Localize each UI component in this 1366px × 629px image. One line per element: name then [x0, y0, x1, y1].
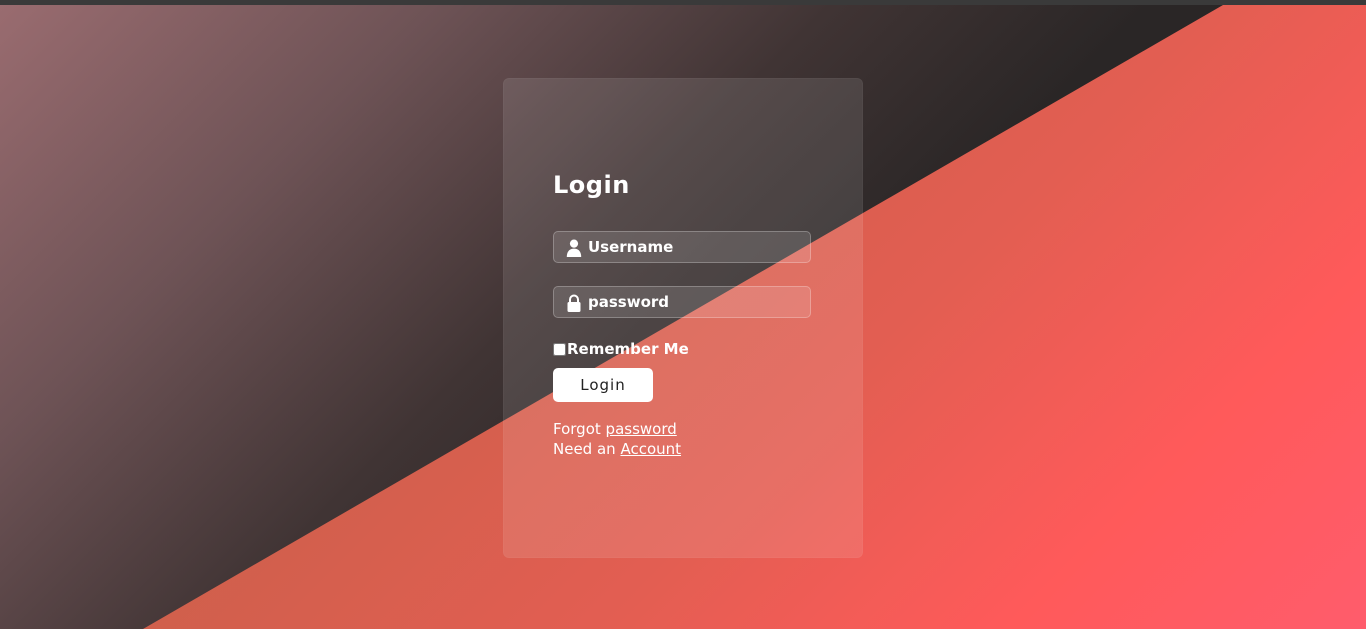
forgot-text: Forgot [553, 420, 601, 438]
lock-icon [567, 294, 581, 312]
signup-text: Need an [553, 440, 616, 458]
remember-me-label: Remember Me [567, 340, 689, 358]
login-button[interactable]: Login [553, 368, 653, 402]
forgot-password-link[interactable]: password [606, 420, 677, 438]
login-card: Login Remember Me Login Forgot password [503, 78, 863, 558]
forgot-password-row: Forgot password [553, 420, 677, 438]
create-account-link[interactable]: Account [620, 440, 681, 458]
signup-row: Need an Account [553, 440, 681, 458]
password-field[interactable] [553, 286, 811, 318]
password-input[interactable] [588, 287, 806, 317]
username-field[interactable] [553, 231, 811, 263]
remember-me[interactable]: Remember Me [553, 340, 689, 358]
username-input[interactable] [588, 232, 806, 262]
browser-top-strip [0, 0, 1366, 5]
user-icon [566, 239, 582, 257]
remember-me-checkbox[interactable] [553, 342, 566, 356]
login-title: Login [553, 171, 630, 199]
login-page: Login Remember Me Login Forgot password [0, 0, 1366, 629]
